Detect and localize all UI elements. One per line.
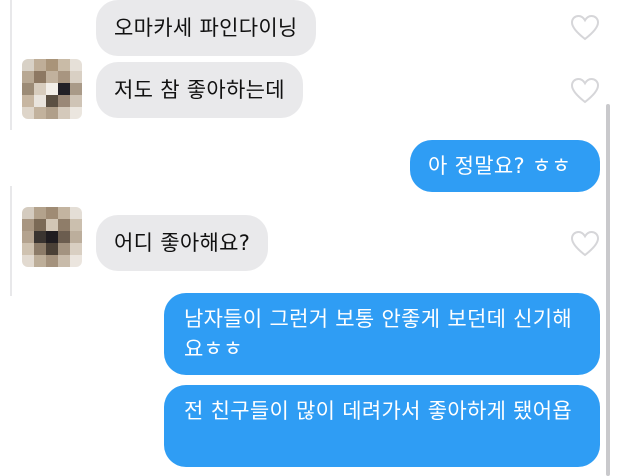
heart-outline-icon[interactable]	[570, 14, 600, 41]
heart-outline-icon[interactable]	[570, 230, 600, 257]
heart-outline-icon[interactable]	[570, 77, 600, 104]
thread-line	[10, 0, 12, 130]
received-message[interactable]: 어디 좋아해요?	[96, 215, 269, 271]
sent-message[interactable]: 전 친구들이 많이 데려가서 좋아하게 됐어욥	[164, 385, 600, 467]
sent-message[interactable]: 아 정말요? ㅎㅎ	[410, 140, 600, 192]
received-message[interactable]: 오마카세 파인다이닝	[96, 0, 316, 56]
avatar[interactable]	[22, 59, 82, 119]
scrollbar[interactable]	[606, 104, 610, 476]
avatar[interactable]	[22, 207, 82, 267]
sent-message[interactable]: 남자들이 그런거 보통 안좋게 보던데 신기해요ㅎㅎ	[164, 293, 600, 375]
thread-line	[10, 186, 12, 296]
received-message[interactable]: 저도 참 좋아하는데	[96, 62, 303, 118]
